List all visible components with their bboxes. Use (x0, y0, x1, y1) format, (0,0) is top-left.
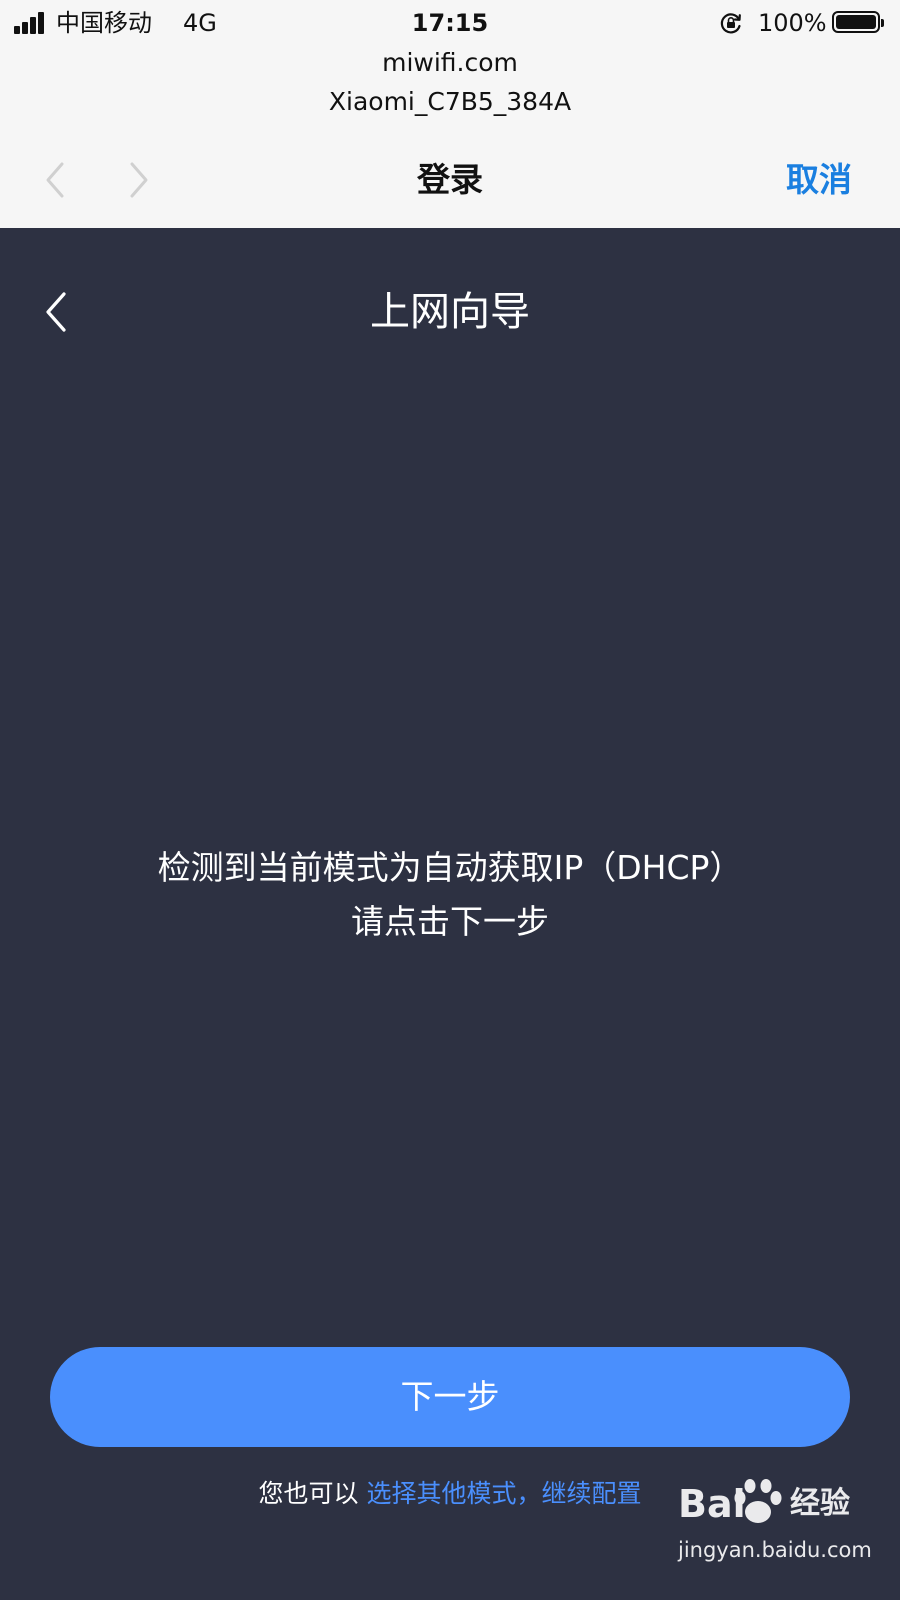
watermark-url: jingyan.baidu.com (678, 1538, 872, 1562)
network-name: Xiaomi_C7B5_384A (328, 87, 572, 116)
nav-title: 登录 (417, 160, 483, 199)
status-bar: 中国移动 4G 17:15 100% (0, 0, 900, 46)
baidu-jingyan-watermark: Bai 经验 jingyan.baidu.com (678, 1479, 872, 1574)
setup-wizard: 上网向导 检测到当前模式为自动获取IP（DHCP） 请点击下一步 下一步 您也可… (0, 228, 900, 1600)
paw-icon (734, 1479, 782, 1523)
hint-text: 您也可以 (258, 1479, 367, 1508)
next-step-button[interactable]: 下一步 (50, 1347, 850, 1447)
page-url: miwifi.com (382, 48, 518, 77)
captive-portal-nav-bar: 登录 取消 (0, 140, 900, 220)
watermark-jingyan-text: 经验 (790, 1486, 850, 1521)
choose-other-mode-link[interactable]: 选择其他模式，继续配置 (366, 1479, 641, 1508)
browser-chrome: 中国移动 4G 17:15 100% miwifi.com Xiaomi_C7B… (0, 0, 900, 228)
battery-percent: 100% (758, 9, 827, 37)
cancel-button[interactable]: 取消 (786, 158, 852, 202)
battery-icon (832, 11, 884, 33)
detection-message: 检测到当前模式为自动获取IP（DHCP） (157, 848, 743, 887)
rotation-lock-icon (720, 13, 741, 34)
wizard-title: 上网向导 (370, 289, 530, 335)
instruction-message: 请点击下一步 (351, 902, 549, 941)
